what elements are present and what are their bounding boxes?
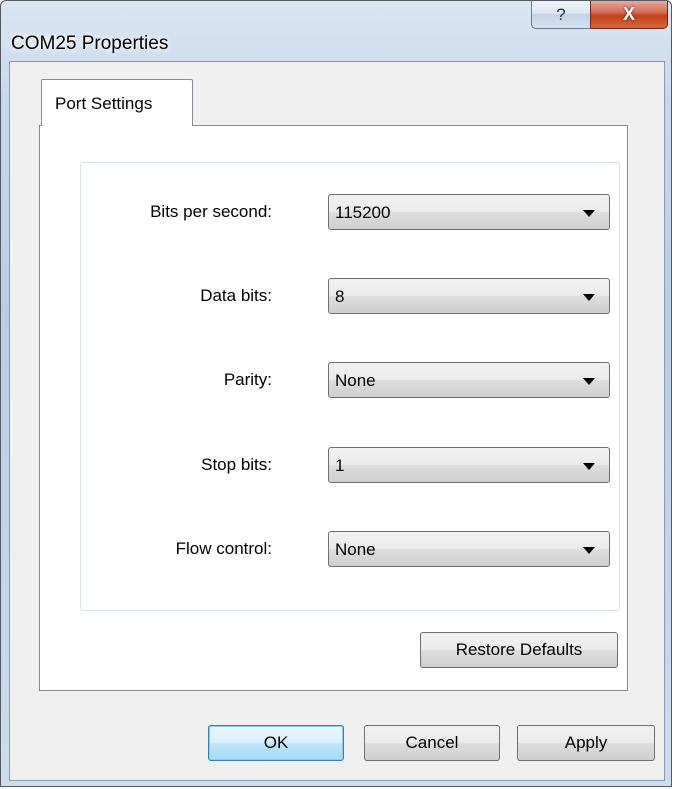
parity-select[interactable]: None [328, 362, 610, 398]
stop-bits-value: 1 [335, 456, 345, 475]
chevron-down-icon [583, 378, 595, 385]
stop-bits-select[interactable]: 1 [328, 447, 610, 483]
apply-label: Apply [564, 733, 608, 752]
parity-value: None [335, 371, 376, 390]
chevron-down-icon [583, 294, 595, 301]
dialog-client-area: Port Settings Bits per second: 115200 Da… [9, 61, 665, 781]
cancel-label: Cancel [405, 733, 459, 752]
help-button[interactable]: ? [531, 1, 591, 29]
apply-button[interactable]: Apply [517, 725, 655, 761]
restore-defaults-label: Restore Defaults [455, 640, 583, 659]
data-bits-value: 8 [335, 287, 345, 306]
close-button[interactable]: X [590, 1, 668, 29]
flow-control-label: Flow control: [175, 539, 272, 558]
bits-per-second-value: 115200 [335, 203, 391, 222]
data-bits-label: Data bits: [200, 286, 272, 305]
bits-per-second-select[interactable]: 115200 [328, 194, 610, 230]
flow-control-select[interactable]: None [328, 531, 610, 567]
title-bar[interactable]: COM25 Properties ? X [1, 1, 671, 57]
data-bits-select[interactable]: 8 [328, 278, 610, 314]
ok-label: OK [263, 733, 289, 752]
close-icon: X [622, 4, 635, 24]
chevron-down-icon [583, 463, 595, 470]
tab-port-settings[interactable]: Port Settings [41, 79, 193, 126]
flow-control-value: None [335, 540, 376, 559]
restore-defaults-button[interactable]: Restore Defaults [420, 632, 618, 668]
help-icon: ? [556, 4, 566, 24]
chevron-down-icon [583, 547, 595, 554]
tab-panel-port-settings: Bits per second: 115200 Data bits: 8 Par… [39, 125, 628, 691]
ok-button[interactable]: OK [208, 725, 344, 761]
tab-label: Port Settings [55, 94, 153, 113]
bits-per-second-label: Bits per second: [150, 202, 272, 221]
properties-dialog: COM25 Properties ? X Port Settings Bits … [0, 0, 672, 787]
parity-label: Parity: [223, 370, 272, 389]
settings-group: Bits per second: 115200 Data bits: 8 Par… [80, 162, 620, 611]
window-title: COM25 Properties [11, 33, 169, 54]
chevron-down-icon [583, 210, 595, 217]
cancel-button[interactable]: Cancel [364, 725, 500, 761]
stop-bits-label: Stop bits: [201, 455, 272, 474]
